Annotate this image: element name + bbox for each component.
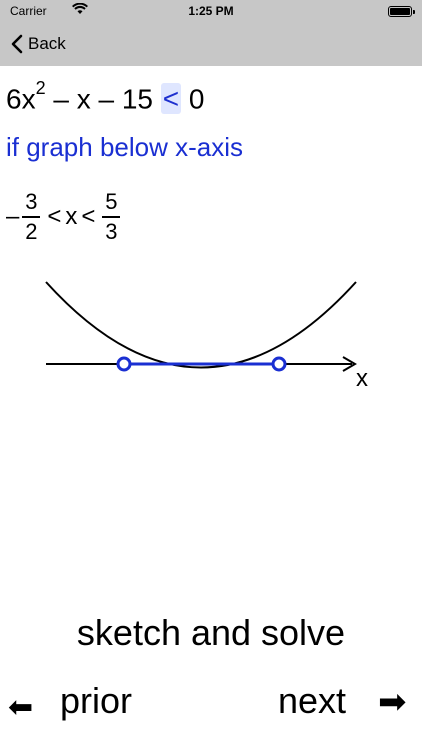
- next-button[interactable]: next: [278, 680, 346, 722]
- solution-op2: <: [81, 203, 96, 230]
- right-denominator: 3: [105, 219, 118, 244]
- prior-button[interactable]: prior: [60, 680, 132, 722]
- chevron-left-icon: [11, 34, 23, 54]
- equation-exponent: 2: [35, 78, 46, 98]
- parabola-curve: [45, 281, 357, 369]
- right-numerator: 5: [105, 189, 118, 214]
- equation-operator: <: [160, 83, 182, 115]
- solution-inequality: – 3 2 < x < 5 3: [6, 187, 123, 247]
- left-arrow-icon[interactable]: ⬅: [8, 690, 33, 725]
- parabola-graph: x: [45, 281, 368, 392]
- right-fraction-bar: [102, 216, 121, 218]
- left-fraction-bar: [22, 216, 41, 218]
- left-denominator: 2: [25, 219, 38, 244]
- right-arrow-icon[interactable]: ➡: [378, 682, 407, 722]
- solution-variable: x: [65, 203, 78, 230]
- right-root-marker: [271, 356, 287, 372]
- solution-op1: <: [47, 203, 62, 230]
- equation-rhs: 0: [181, 83, 205, 115]
- equation-lhs: 6x: [6, 83, 36, 115]
- hint-text: if graph below x-axis: [6, 132, 243, 162]
- status-time: 1:25 PM: [188, 4, 234, 18]
- left-fraction: 3 2: [22, 189, 41, 244]
- status-bar: Carrier 1:25 PM: [0, 0, 422, 22]
- battery-icon: [388, 6, 415, 17]
- sketch-and-solve-title: sketch and solve: [76, 612, 346, 653]
- x-axis-label: x: [356, 365, 368, 392]
- left-numerator: 3: [25, 189, 38, 214]
- top-bar: Carrier 1:25 PM Back: [0, 0, 422, 66]
- problem-equation: 6x2 – x – 15 < 0: [6, 78, 205, 115]
- left-root-marker: [116, 356, 132, 372]
- back-button[interactable]: Back: [10, 30, 66, 58]
- right-fraction: 5 3: [102, 189, 121, 244]
- equation-rest: – x – 15: [45, 83, 161, 115]
- solution-minus: –: [6, 203, 20, 230]
- back-label: Back: [28, 34, 66, 53]
